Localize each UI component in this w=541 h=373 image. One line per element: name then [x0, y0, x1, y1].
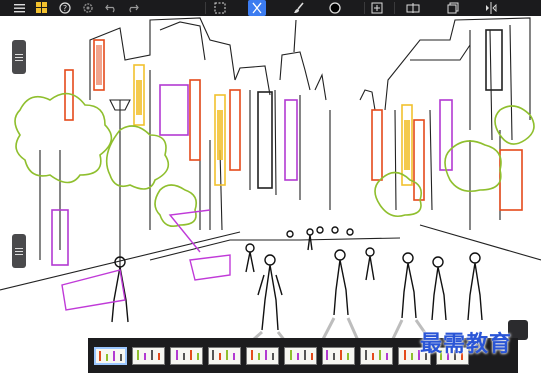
drawing-canvas[interactable] — [0, 16, 541, 373]
gallery-thumbnail[interactable] — [94, 346, 127, 365]
gallery-thumbnail[interactable] — [322, 346, 355, 365]
gallery-thumbnail[interactable] — [246, 346, 279, 365]
opacity-slider-handle[interactable] — [12, 234, 26, 268]
transform-icon[interactable] — [248, 0, 266, 16]
symmetry-icon[interactable] — [482, 0, 500, 16]
undo-icon[interactable] — [102, 0, 120, 16]
street-sketch-artwork — [0, 17, 541, 362]
selection-icon[interactable] — [211, 0, 229, 16]
redo-icon[interactable] — [124, 0, 142, 16]
gallery-thumbnail[interactable] — [170, 346, 203, 365]
copy-layer-icon[interactable] — [444, 0, 462, 16]
color-swatch-icon[interactable] — [326, 0, 344, 16]
app-window: ? 最需教育 — [0, 0, 541, 373]
watermark-text: 最需教育 — [420, 331, 513, 357]
gallery-grid-icon[interactable] — [33, 0, 51, 16]
brush-icon[interactable] — [290, 0, 308, 16]
gallery-thumbnail[interactable] — [360, 346, 393, 365]
layer-options-icon[interactable] — [404, 0, 422, 16]
add-layer-icon[interactable] — [368, 0, 386, 16]
brush-size-slider-handle[interactable] — [12, 40, 26, 74]
menu-icon[interactable] — [11, 0, 29, 16]
gear-icon[interactable] — [79, 0, 97, 16]
help-icon[interactable]: ? — [56, 0, 74, 16]
svg-text:?: ? — [63, 4, 67, 13]
top-toolbar: ? — [0, 0, 541, 17]
gallery-thumbnail[interactable] — [208, 346, 241, 365]
gallery-thumbnail[interactable] — [284, 346, 317, 365]
gallery-thumbnail[interactable] — [132, 346, 165, 365]
